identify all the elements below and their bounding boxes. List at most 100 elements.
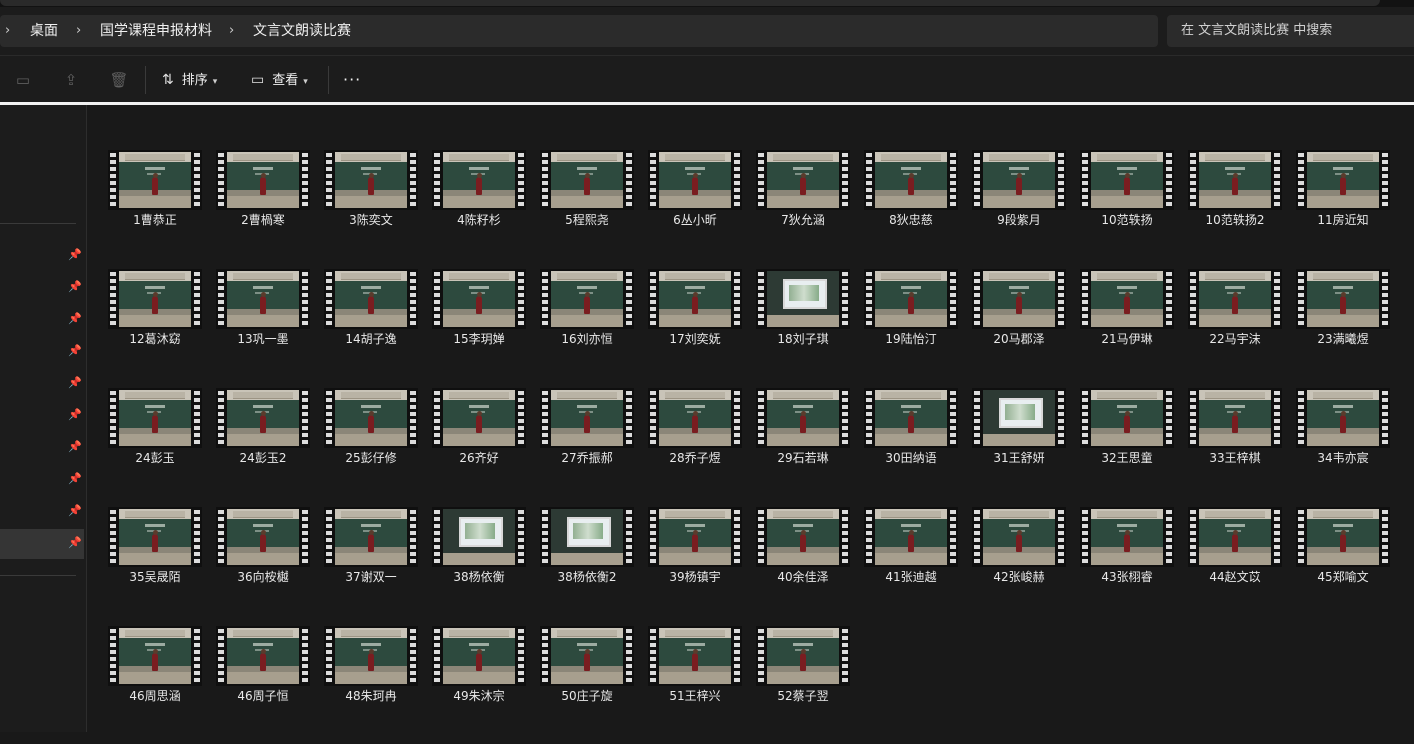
file-tile[interactable]: 20马郡泽 — [967, 269, 1071, 387]
video-thumbnail[interactable] — [972, 388, 1066, 448]
video-thumbnail[interactable] — [108, 626, 202, 686]
video-thumbnail[interactable] — [1080, 269, 1174, 329]
file-name[interactable]: 37谢双一 — [319, 568, 423, 586]
file-tile[interactable]: 2曹楇寒 — [211, 150, 315, 268]
pin-icon[interactable]: 📌 — [68, 280, 82, 294]
video-thumbnail[interactable] — [216, 150, 310, 210]
file-tile[interactable]: 50庄子旋 — [535, 626, 639, 744]
video-thumbnail[interactable] — [972, 269, 1066, 329]
nav-pinned-item[interactable]: 📌 — [0, 273, 84, 303]
video-thumbnail[interactable] — [540, 388, 634, 448]
file-name[interactable]: 48朱珂冉 — [319, 687, 423, 705]
search-input[interactable]: 在 文言文朗读比赛 中搜索 — [1167, 15, 1414, 47]
rename-icon[interactable]: ▭ — [13, 70, 33, 90]
file-name[interactable]: 38杨依衡2 — [535, 568, 639, 586]
file-tile[interactable]: 30田纳语 — [859, 388, 963, 506]
file-tile[interactable]: 22马宇沫 — [1183, 269, 1287, 387]
video-thumbnail[interactable] — [756, 626, 850, 686]
file-tile[interactable]: 26齐好 — [427, 388, 531, 506]
file-tile[interactable]: 36向桉樾 — [211, 507, 315, 625]
file-tile[interactable]: 41张迪越 — [859, 507, 963, 625]
video-thumbnail[interactable] — [756, 150, 850, 210]
video-thumbnail[interactable] — [108, 150, 202, 210]
file-tile[interactable]: 4陈籽杉 — [427, 150, 531, 268]
file-tile[interactable]: 38杨依衡2 — [535, 507, 639, 625]
file-tile[interactable]: 10范轶扬 — [1075, 150, 1179, 268]
file-tile[interactable]: 29石若琳 — [751, 388, 855, 506]
file-name[interactable]: 28乔子煜 — [643, 449, 747, 467]
file-name[interactable]: 20马郡泽 — [967, 330, 1071, 348]
video-thumbnail[interactable] — [108, 388, 202, 448]
file-tile[interactable]: 35吴晟陌 — [103, 507, 207, 625]
file-name[interactable]: 52蔡子翌 — [751, 687, 855, 705]
file-name[interactable]: 14胡子逸 — [319, 330, 423, 348]
pin-icon[interactable]: 📌 — [68, 312, 82, 326]
file-name[interactable]: 33王梓棋 — [1183, 449, 1287, 467]
file-tile[interactable]: 46周子恒 — [211, 626, 315, 744]
video-thumbnail[interactable] — [1296, 507, 1390, 567]
video-thumbnail[interactable] — [432, 388, 526, 448]
file-tile[interactable]: 31王舒妍 — [967, 388, 1071, 506]
pin-icon[interactable]: 📌 — [68, 408, 82, 422]
nav-pinned-item[interactable]: 📌 — [0, 369, 84, 399]
video-thumbnail[interactable] — [648, 626, 742, 686]
file-name[interactable]: 16刘亦恒 — [535, 330, 639, 348]
file-tile[interactable]: 8狄忠慈 — [859, 150, 963, 268]
file-tile[interactable]: 27乔振郝 — [535, 388, 639, 506]
file-name[interactable]: 24彭玉2 — [211, 449, 315, 467]
video-thumbnail[interactable] — [432, 626, 526, 686]
file-tile[interactable]: 46周思涵 — [103, 626, 207, 744]
file-name[interactable]: 30田纳语 — [859, 449, 963, 467]
file-name[interactable]: 23满曦煜 — [1291, 330, 1395, 348]
video-thumbnail[interactable] — [1080, 150, 1174, 210]
breadcrumb-item-folder[interactable]: 国学课程申报材料 — [100, 15, 212, 47]
file-name[interactable]: 46周子恒 — [211, 687, 315, 705]
file-tile[interactable]: 17刘奕妩 — [643, 269, 747, 387]
video-thumbnail[interactable] — [324, 388, 418, 448]
video-thumbnail[interactable] — [1188, 150, 1282, 210]
file-name[interactable]: 9段紫月 — [967, 211, 1071, 229]
video-thumbnail[interactable] — [216, 388, 310, 448]
nav-pinned-item[interactable]: 📌 — [0, 433, 84, 463]
video-thumbnail[interactable] — [864, 269, 958, 329]
video-thumbnail[interactable] — [864, 150, 958, 210]
video-thumbnail[interactable] — [972, 150, 1066, 210]
video-thumbnail[interactable] — [324, 626, 418, 686]
video-thumbnail[interactable] — [1296, 150, 1390, 210]
file-tile[interactable]: 1曹恭正 — [103, 150, 207, 268]
video-thumbnail[interactable] — [432, 269, 526, 329]
sort-button[interactable]: ⇅ 排序 ▾ — [162, 66, 217, 94]
file-tile[interactable]: 19陆怡汀 — [859, 269, 963, 387]
file-tile[interactable]: 49朱沐宗 — [427, 626, 531, 744]
file-name[interactable]: 26齐好 — [427, 449, 531, 467]
video-thumbnail[interactable] — [756, 388, 850, 448]
file-name[interactable]: 24彭玉 — [103, 449, 207, 467]
file-name[interactable]: 12葛沐窈 — [103, 330, 207, 348]
file-name[interactable]: 43张栩睿 — [1075, 568, 1179, 586]
file-name[interactable]: 18刘子琪 — [751, 330, 855, 348]
video-thumbnail[interactable] — [864, 388, 958, 448]
video-thumbnail[interactable] — [648, 507, 742, 567]
file-tile[interactable]: 9段紫月 — [967, 150, 1071, 268]
video-thumbnail[interactable] — [324, 507, 418, 567]
chevron-right-icon[interactable]: › — [76, 15, 81, 47]
video-thumbnail[interactable] — [540, 626, 634, 686]
file-name[interactable]: 27乔振郝 — [535, 449, 639, 467]
file-tile[interactable]: 48朱珂冉 — [319, 626, 423, 744]
video-thumbnail[interactable] — [540, 507, 634, 567]
nav-pinned-item[interactable]: 📌 — [0, 305, 84, 335]
video-thumbnail[interactable] — [1296, 269, 1390, 329]
file-name[interactable]: 6丛小昕 — [643, 211, 747, 229]
file-tile[interactable]: 10范轶扬2 — [1183, 150, 1287, 268]
video-thumbnail[interactable] — [540, 150, 634, 210]
file-tile[interactable]: 38杨依衡 — [427, 507, 531, 625]
file-name[interactable]: 40余佳泽 — [751, 568, 855, 586]
chevron-right-icon[interactable]: › — [229, 15, 234, 47]
pin-icon[interactable]: 📌 — [68, 504, 82, 518]
video-thumbnail[interactable] — [648, 269, 742, 329]
file-name[interactable]: 51王梓兴 — [643, 687, 747, 705]
file-name[interactable]: 50庄子旋 — [535, 687, 639, 705]
video-thumbnail[interactable] — [756, 507, 850, 567]
file-tile[interactable]: 42张峻赫 — [967, 507, 1071, 625]
video-thumbnail[interactable] — [1188, 388, 1282, 448]
